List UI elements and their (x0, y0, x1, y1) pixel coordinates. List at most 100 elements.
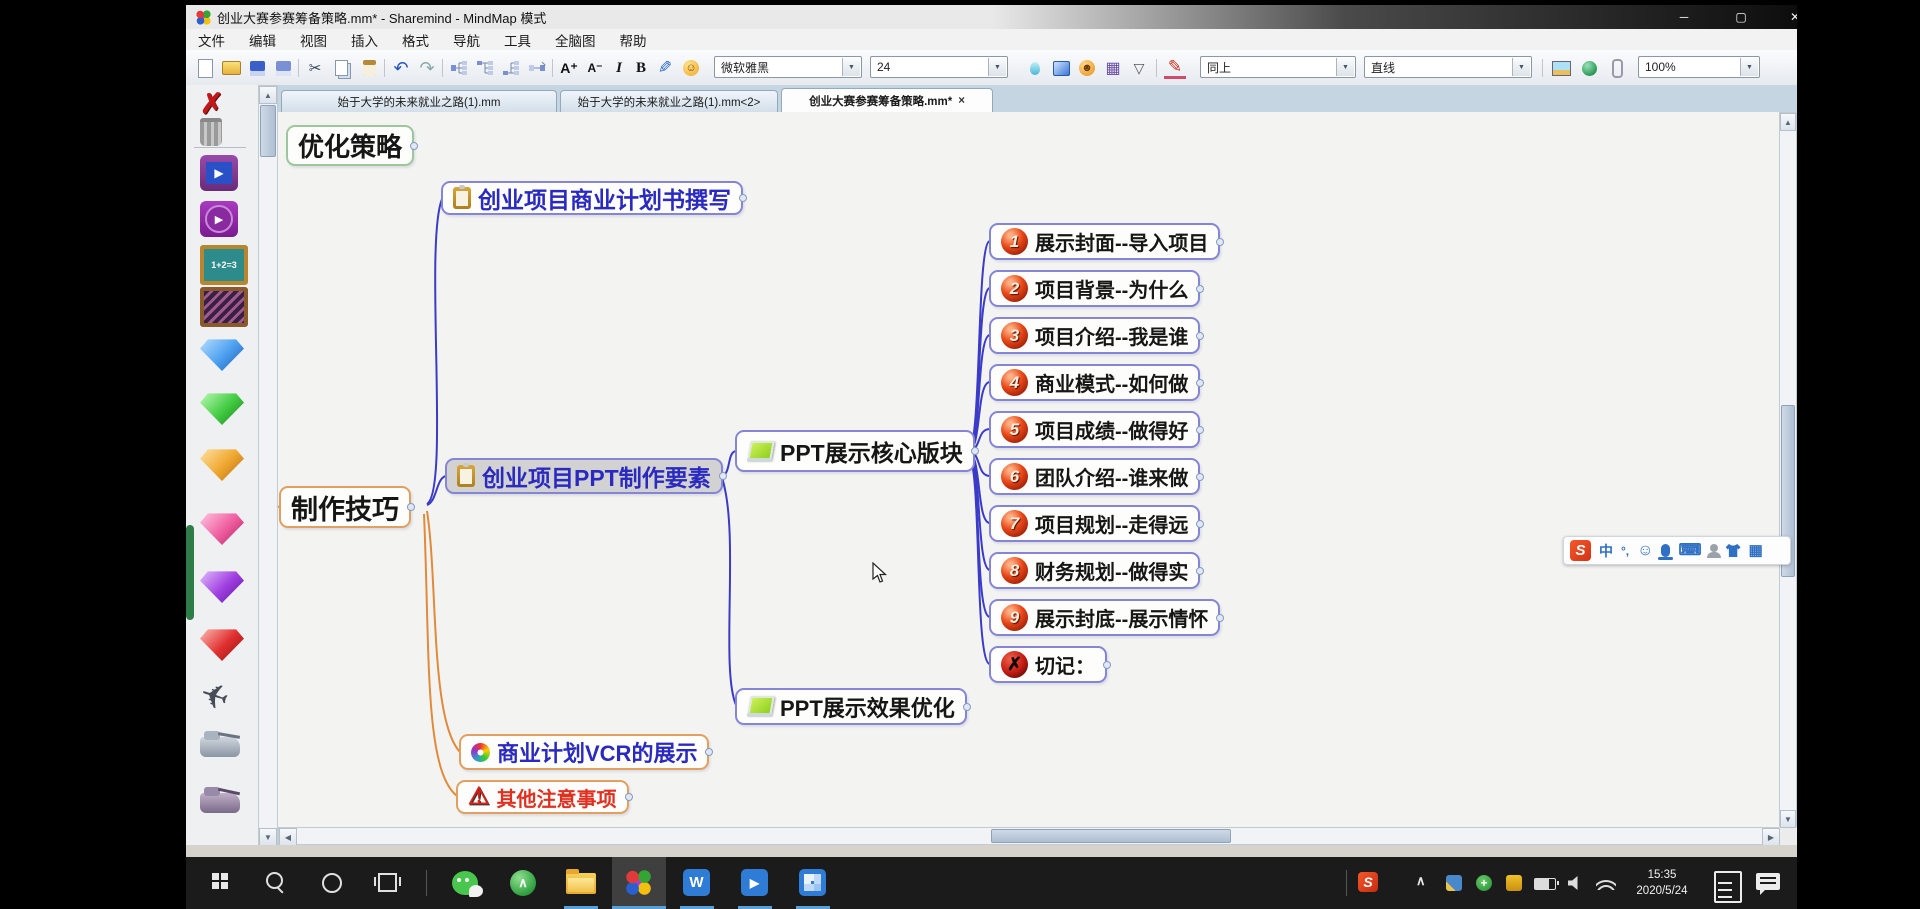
node-business-plan-writing[interactable]: 创业项目商业计划书撰写 (441, 181, 743, 215)
save-button[interactable] (246, 57, 268, 79)
menu-navigate[interactable]: 导航 (441, 30, 492, 50)
close-button[interactable]: ✕ (1774, 5, 1797, 29)
open-file-button[interactable] (220, 57, 242, 79)
node-item-9[interactable]: 9 展示封底--展示情怀 (989, 599, 1220, 636)
font-bigger-button[interactable]: A⁺ (558, 57, 580, 79)
line-width-select[interactable]: 同上 ▼ (1200, 56, 1356, 78)
scroll-left-arrow[interactable]: ◀ (279, 828, 297, 846)
clipart-red-x-icon[interactable]: ✗ (200, 87, 223, 120)
taskbar-app-wps[interactable]: W (670, 857, 724, 909)
line-color-button[interactable]: ✎ (1164, 57, 1186, 79)
node-item-4[interactable]: 4 商业模式--如何做 (989, 364, 1200, 401)
font-size-select[interactable]: 24 ▼ (870, 56, 1008, 78)
emoji-icon[interactable]: ☺ (1637, 543, 1653, 559)
tray-volume[interactable] (1568, 876, 1582, 890)
filter-button[interactable]: ▽ (1128, 57, 1150, 79)
tab-close-icon[interactable]: × (958, 95, 965, 107)
clipart-tank-purple-icon[interactable] (200, 793, 240, 813)
taskbar-notes-button[interactable] (1714, 871, 1742, 903)
background-button[interactable] (1050, 57, 1072, 79)
menu-fullmap[interactable]: 全脑图 (543, 30, 608, 50)
expand-all-button[interactable] (474, 57, 496, 79)
font-smaller-button[interactable]: A⁻ (584, 57, 606, 79)
new-file-button[interactable] (194, 57, 216, 79)
tray-360-safe[interactable]: + (1476, 875, 1492, 891)
scroll-right-arrow[interactable]: ▶ (1762, 828, 1780, 846)
color-drop-button[interactable] (1024, 57, 1046, 79)
clipart-gem-purple-icon[interactable] (200, 567, 244, 603)
sidebar-left-scroll-thumb[interactable] (186, 525, 194, 620)
tab-document-2[interactable]: 始于大学的未来就业之路(1).mm<2> (560, 90, 778, 112)
node-ppt-elements[interactable]: 创业项目PPT制作要素 (445, 458, 723, 494)
scroll-thumb[interactable] (991, 829, 1231, 843)
tray-battery[interactable] (1534, 878, 1556, 890)
menu-file[interactable]: 文件 (186, 30, 237, 50)
table-button[interactable]: ▦ (1102, 57, 1124, 79)
italic-button[interactable]: I (608, 57, 630, 79)
notification-center-button[interactable] (1756, 873, 1780, 890)
clipart-play-button-icon[interactable]: ▶ (200, 201, 238, 237)
node-item-1[interactable]: 1 展示封面--导入项目 (989, 223, 1220, 260)
paste-button[interactable] (358, 57, 380, 79)
node-item-2[interactable]: 2 项目背景--为什么 (989, 270, 1200, 307)
node-other-notes[interactable]: ⚠ 其他注意事项 (456, 780, 629, 814)
undo-button[interactable]: ↶ (390, 57, 412, 79)
tab-document-3-active[interactable]: 创业大赛参赛筹备策略.mm* × (781, 88, 993, 112)
tray-network[interactable] (1596, 877, 1616, 890)
input-mode-chinese[interactable]: 中 (1599, 544, 1613, 558)
bold-button[interactable]: B (630, 57, 652, 79)
taskbar-app-video[interactable]: ▶ (728, 857, 782, 909)
collapse-level-button[interactable] (526, 57, 548, 79)
clipart-button[interactable]: ☻ (1076, 57, 1098, 79)
taskbar-app-360[interactable]: ∧ (496, 857, 550, 909)
node-vcr-presentation[interactable]: 商业计划VCR的展示 (459, 734, 709, 770)
cut-button[interactable]: ✂ (304, 57, 326, 79)
skin-icon[interactable] (1726, 544, 1741, 557)
taskbar-app-sharemind-active[interactable] (612, 857, 666, 909)
node-item-8[interactable]: 8 财务规划--做得实 (989, 552, 1200, 589)
font-family-select[interactable]: 微软雅黑 ▼ (714, 56, 862, 78)
tray-app-blue[interactable] (1446, 875, 1462, 891)
menu-view[interactable]: 视图 (288, 30, 339, 50)
format-pen-button[interactable]: ✎ (654, 57, 676, 79)
clipart-gem-blue-icon[interactable] (200, 335, 244, 371)
copy-button[interactable] (330, 57, 352, 79)
line-style-select[interactable]: 直线 ▼ (1364, 56, 1532, 78)
sogou-logo-icon[interactable]: S (1570, 540, 1591, 561)
menu-format[interactable]: 格式 (390, 30, 441, 50)
account-icon[interactable] (1710, 544, 1718, 552)
scroll-up-arrow[interactable]: ▲ (1780, 113, 1796, 131)
taskbar-app-capture[interactable] (786, 857, 840, 909)
clipart-tv-icon[interactable] (200, 287, 248, 327)
clipart-gem-pink-icon[interactable] (200, 509, 244, 545)
cortana-button[interactable] (322, 873, 342, 893)
redo-button[interactable]: ↷ (416, 57, 438, 79)
sogou-input-toolbar[interactable]: S 中 °, ☺ ⌨ ▦ (1563, 536, 1791, 565)
scroll-down-arrow[interactable]: ▼ (1780, 810, 1796, 828)
taskbar-clock[interactable]: 15:35 2020/5/24 (1618, 868, 1706, 899)
mindmap-canvas[interactable]: 优化策略 创业项目商业计划书撰写 制作技巧 创业项目PPT制作要素 PPT展示核… (278, 112, 1779, 827)
attachment-button[interactable] (1606, 57, 1628, 79)
task-view-button[interactable] (378, 873, 397, 892)
node-item-7[interactable]: 7 项目规划--走得远 (989, 505, 1200, 542)
toolbox-grid-icon[interactable]: ▦ (1749, 543, 1763, 558)
scroll-down-arrow[interactable]: ▼ (259, 828, 277, 846)
save-all-button[interactable] (272, 57, 294, 79)
start-button[interactable] (212, 873, 219, 880)
clipart-jet-icon[interactable]: ✈ (195, 674, 234, 721)
zoom-select[interactable]: 100% ▼ (1638, 56, 1760, 78)
menu-help[interactable]: 帮助 (608, 30, 659, 50)
tray-app-yellow[interactable] (1506, 875, 1522, 891)
clipart-chalkboard-icon[interactable]: 1+2=3 (200, 245, 248, 285)
insert-image-button[interactable] (1550, 57, 1572, 79)
tray-sogou-button[interactable]: S (1358, 872, 1378, 892)
node-item-5[interactable]: 5 项目成绩--做得好 (989, 411, 1200, 448)
node-production-skills[interactable]: 制作技巧 (279, 486, 411, 528)
tab-document-1[interactable]: 始于大学的未来就业之路(1).mm (281, 90, 557, 112)
clipart-gem-green-icon[interactable] (200, 389, 244, 425)
tray-show-hidden-icons[interactable]: ∧ (1416, 873, 1426, 889)
canvas-h-scrollbar[interactable]: ◀ ▶ (278, 827, 1779, 845)
clipart-gem-red-icon[interactable] (200, 625, 244, 661)
taskbar-search-button[interactable] (266, 872, 283, 889)
menu-insert[interactable]: 插入 (339, 30, 390, 50)
